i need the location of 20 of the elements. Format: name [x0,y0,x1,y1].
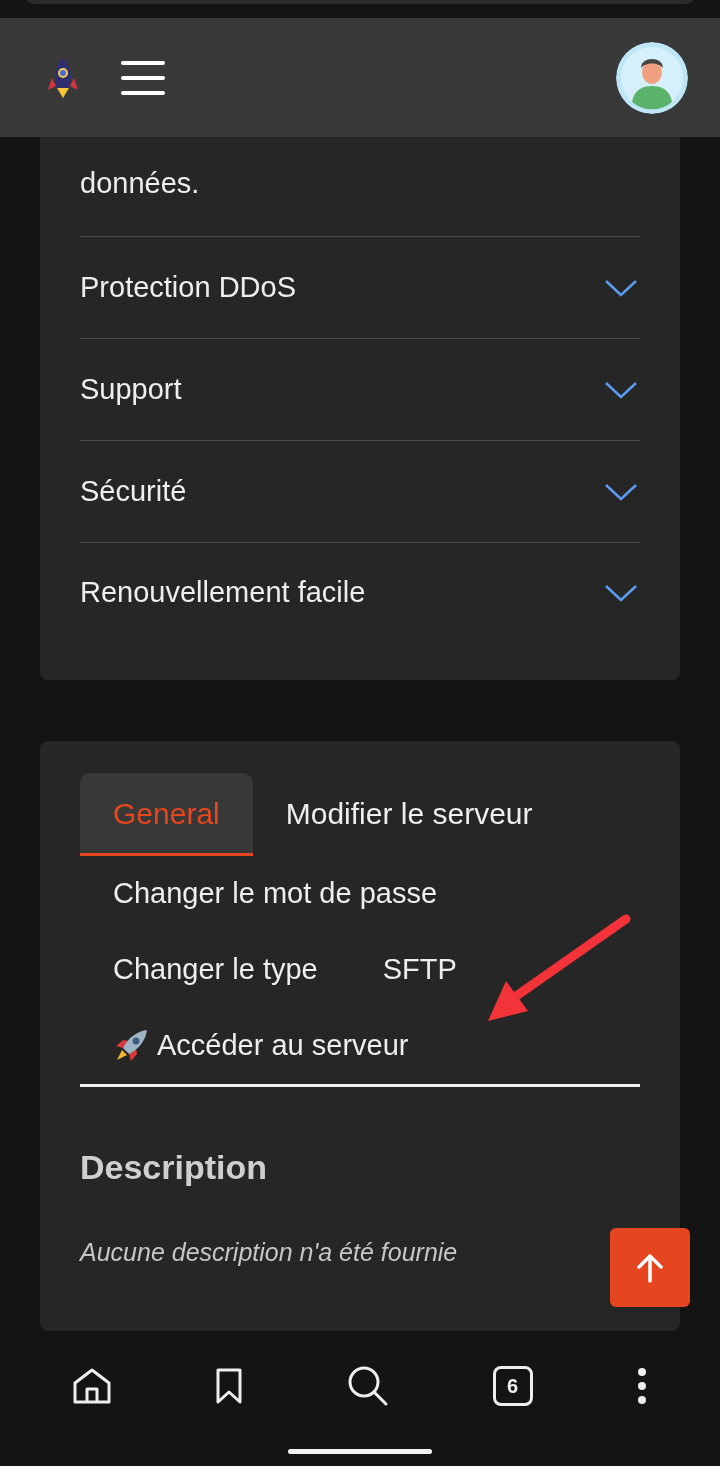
tab[interactable]: Modifier le serveur [252,773,566,856]
accordion-item[interactable]: Protection DDoS [80,236,640,338]
accordion-item[interactable]: Support [80,338,640,440]
bookmark-button[interactable] [215,1367,244,1405]
arrow-up-icon [636,1252,664,1283]
avatar[interactable] [616,41,688,114]
action-link[interactable]: Changer le mot de passe [80,856,470,932]
intro-text: données. [80,166,201,201]
home-button[interactable] [71,1367,112,1405]
accordion-item[interactable]: Sécurité [80,440,640,542]
action-link[interactable]: Changer le type [80,932,350,1008]
accordion-item[interactable]: Renouvellement facile [80,542,640,642]
tab-count-button[interactable]: 6 [492,1366,533,1406]
search-button[interactable] [347,1365,389,1407]
more-button[interactable] [636,1367,649,1405]
description-heading: Description [80,1147,269,1188]
action-link[interactable]: SFTP [349,932,489,1008]
scroll-to-top-button[interactable] [610,1228,690,1307]
description-text: Aucune description n'a été fournie [80,1236,459,1268]
action-link[interactable]: Accéder au serveur [80,1008,441,1084]
